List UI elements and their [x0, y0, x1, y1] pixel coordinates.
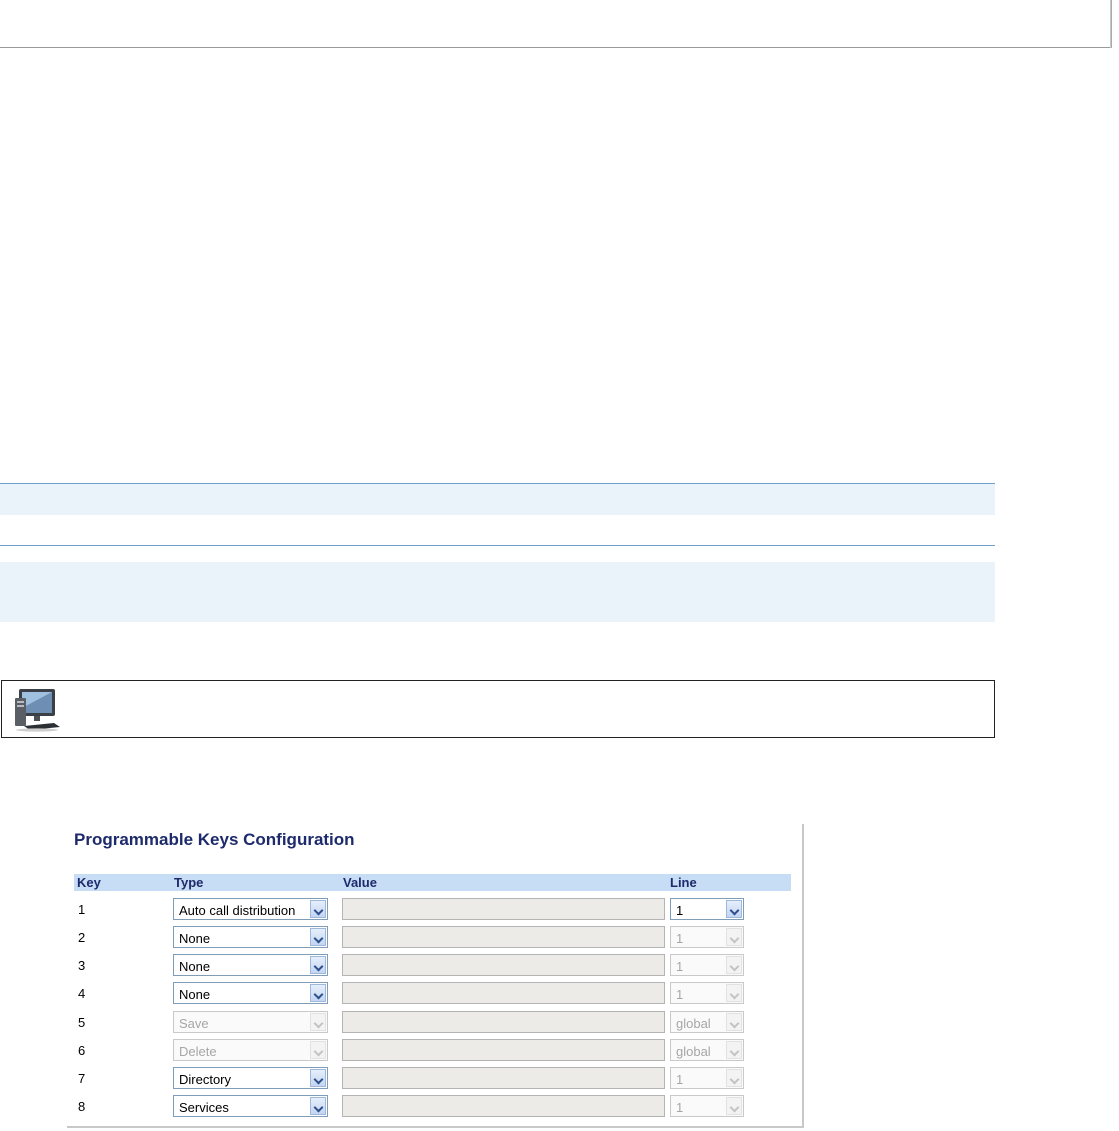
key-number: 3: [78, 958, 86, 973]
line-select-value: 1: [676, 959, 684, 974]
type-select: Save: [173, 1011, 328, 1033]
type-select-value: Delete: [179, 1044, 217, 1059]
value-input: [342, 898, 665, 920]
key-number: 6: [78, 1043, 86, 1058]
chevron-down-icon[interactable]: [310, 956, 326, 974]
value-input: [342, 982, 665, 1004]
type-select[interactable]: None: [173, 982, 328, 1004]
type-select: Delete: [173, 1039, 328, 1061]
value-input: [342, 1095, 665, 1117]
line-select-value: 1: [676, 903, 684, 918]
table-row: 5 Save global: [67, 1009, 802, 1037]
chevron-down-icon: [310, 1013, 326, 1031]
table-row: 7 Directory 1: [67, 1065, 802, 1093]
column-header-type: Type: [174, 875, 204, 890]
chevron-down-icon: [726, 928, 742, 946]
line-select-value: global: [676, 1016, 711, 1031]
computer-workstation-icon: [15, 689, 60, 732]
table-band-shaded: [0, 562, 995, 622]
panel-title: Programmable Keys Configuration: [74, 830, 355, 849]
chevron-down-icon: [726, 984, 742, 1002]
value-input: [342, 1067, 665, 1089]
key-number: 5: [78, 1015, 86, 1030]
chevron-down-icon[interactable]: [310, 984, 326, 1002]
line-select: 1: [670, 954, 744, 976]
line-select-value: 1: [676, 1100, 684, 1115]
table-row: 6 Delete global: [67, 1037, 802, 1065]
type-select-value: Auto call distribution: [179, 903, 296, 918]
line-select-value: global: [676, 1044, 711, 1059]
type-select-value: Services: [179, 1100, 229, 1115]
type-select-value: Save: [179, 1016, 209, 1031]
type-select-value: None: [179, 987, 211, 1002]
table-row: 1 Auto call distribution 1: [67, 896, 802, 924]
type-select[interactable]: None: [173, 954, 328, 976]
key-number: 7: [78, 1071, 86, 1086]
value-input: [342, 1011, 665, 1033]
table-band-row: [0, 515, 995, 546]
key-number: 1: [78, 902, 86, 917]
line-select-value: 1: [676, 987, 684, 1002]
table-row: 2 None 1: [67, 924, 802, 952]
chevron-down-icon: [310, 1041, 326, 1059]
column-header-value: Value: [343, 875, 377, 890]
type-select-value: Directory: [179, 1072, 232, 1087]
chevron-down-icon[interactable]: [310, 1069, 326, 1087]
type-select-value: None: [179, 931, 211, 946]
chevron-down-icon: [726, 1069, 742, 1087]
chevron-down-icon: [726, 956, 742, 974]
table-row: 3 None 1: [67, 952, 802, 980]
chevron-down-icon[interactable]: [310, 900, 326, 918]
type-select[interactable]: Directory: [173, 1067, 328, 1089]
table-row: 4 None 1: [67, 980, 802, 1008]
type-select[interactable]: Auto call distribution: [173, 898, 328, 920]
page-edge: [1110, 0, 1112, 48]
line-select: global: [670, 1039, 744, 1061]
chevron-down-icon: [726, 1097, 742, 1115]
chevron-down-icon[interactable]: [726, 900, 742, 918]
value-input: [342, 954, 665, 976]
line-select: 1: [670, 1095, 744, 1117]
column-header-line: Line: [670, 875, 697, 890]
table-row: 8 Services 1: [67, 1093, 802, 1121]
line-select-value: 1: [676, 931, 684, 946]
key-number: 8: [78, 1099, 86, 1114]
chevron-down-icon[interactable]: [310, 928, 326, 946]
line-select: 1: [670, 982, 744, 1004]
type-select[interactable]: None: [173, 926, 328, 948]
column-header-key: Key: [77, 875, 101, 890]
header-rule: [0, 47, 1112, 48]
value-input: [342, 1039, 665, 1061]
type-select[interactable]: Services: [173, 1095, 328, 1117]
line-select: global: [670, 1011, 744, 1033]
chevron-down-icon[interactable]: [310, 1097, 326, 1115]
line-select[interactable]: 1: [670, 898, 744, 920]
chevron-down-icon: [726, 1041, 742, 1059]
programmable-keys-panel: Programmable Keys Configuration Key Type…: [67, 824, 804, 1128]
value-input: [342, 926, 665, 948]
line-select-value: 1: [676, 1072, 684, 1087]
table-header: Key Type Value Line: [74, 874, 791, 891]
note-box: [1, 680, 995, 738]
chevron-down-icon: [726, 1013, 742, 1031]
key-number: 4: [78, 986, 86, 1001]
type-select-value: None: [179, 959, 211, 974]
line-select: 1: [670, 926, 744, 948]
line-select: 1: [670, 1067, 744, 1089]
key-number: 2: [78, 930, 86, 945]
table-band-header: [0, 483, 995, 516]
